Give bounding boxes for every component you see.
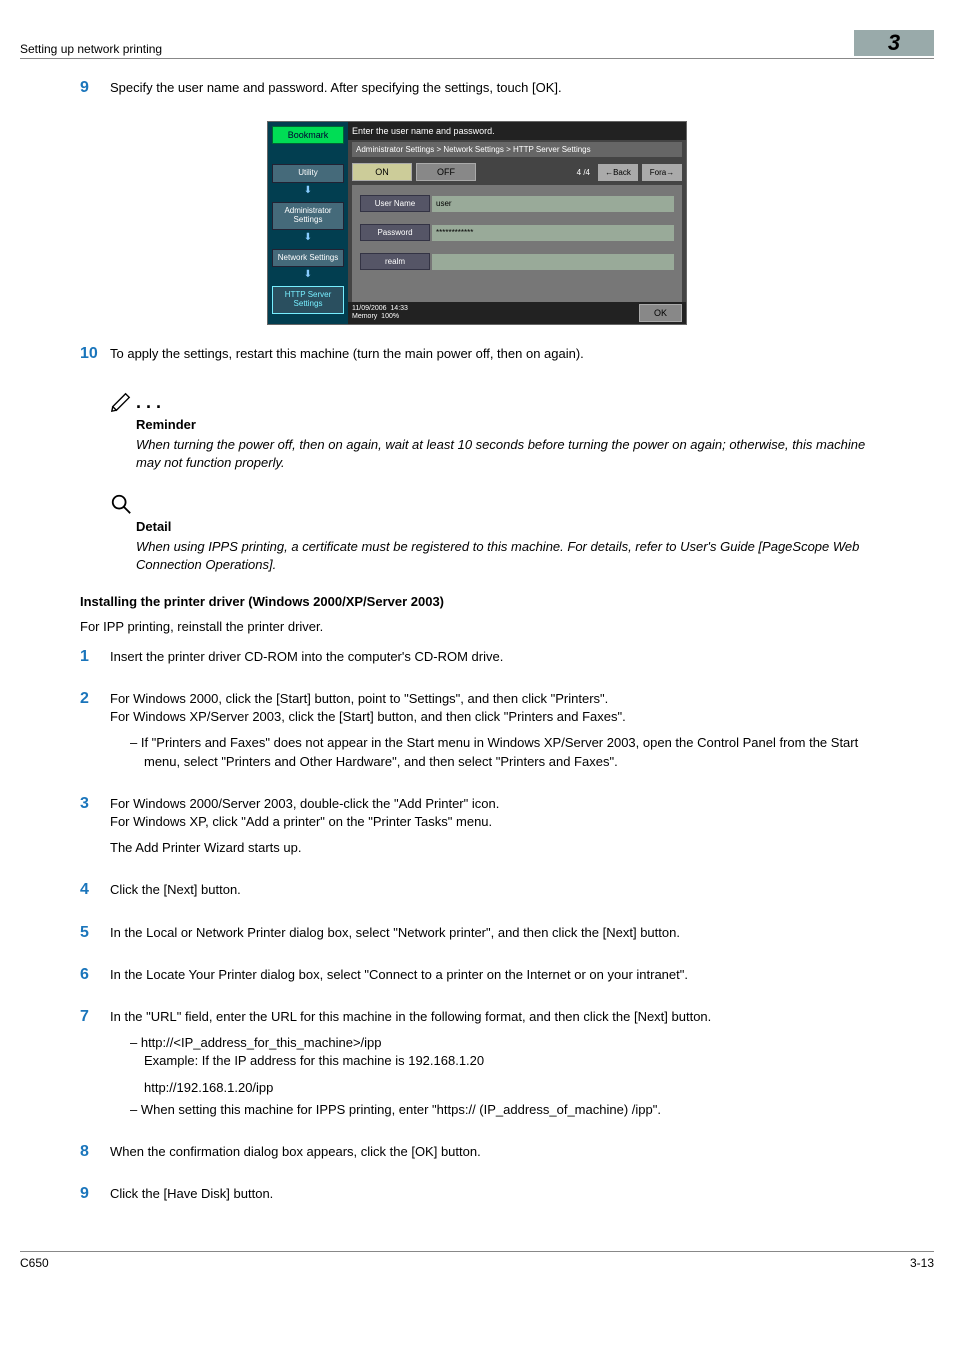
step-7: 7 In the "URL" field, enter the URL for … [80, 1008, 874, 1127]
ok-button[interactable]: OK [639, 304, 682, 322]
step-2: 2 For Windows 2000, click the [Start] bu… [80, 690, 874, 779]
step-8: 8 When the confirmation dialog box appea… [80, 1143, 874, 1169]
page-content: 9 Specify the user name and password. Af… [20, 79, 934, 1211]
breadcrumb: Administrator Settings > Network Setting… [352, 142, 682, 157]
step-text: Click the [Next] button. [110, 881, 874, 899]
chapter-number: 3 [888, 30, 900, 56]
device-screenshot: Bookmark Utility ⬇ Administrator Setting… [267, 121, 687, 325]
step-text: In the Local or Network Printer dialog b… [110, 924, 874, 942]
step-number: 4 [80, 881, 110, 907]
step-5: 5 In the Local or Network Printer dialog… [80, 924, 874, 950]
status-datetime: 11/09/2006 14:33 Memory 100% [352, 305, 408, 320]
step-text: In the Locate Your Printer dialog box, s… [110, 966, 874, 984]
step-4: 4 Click the [Next] button. [80, 881, 874, 907]
step-text: To apply the settings, restart this mach… [110, 345, 874, 363]
step-number: 1 [80, 648, 110, 674]
detail-block: Detail When using IPPS printing, a certi… [110, 493, 874, 574]
step-text: Click the [Have Disk] button. [110, 1185, 874, 1203]
reminder-title: Reminder [136, 417, 874, 432]
step-text: Insert the printer driver CD-ROM into th… [110, 648, 874, 666]
sidebar-item-http[interactable]: HTTP Server Settings [272, 286, 344, 314]
reminder-text: When turning the power off, then on agai… [136, 436, 874, 472]
detail-title: Detail [136, 519, 874, 534]
bookmark-button[interactable]: Bookmark [272, 126, 344, 144]
section-heading: Installing the printer driver (Windows 2… [80, 594, 874, 609]
step-3: 3 For Windows 2000/Server 2003, double-c… [80, 795, 874, 866]
step-9b: 9 Click the [Have Disk] button. [80, 1185, 874, 1211]
step-number: 7 [80, 1008, 110, 1127]
reminder-block: . . . Reminder When turning the power of… [110, 391, 874, 472]
step-text: For Windows XP/Server 2003, click the [S… [110, 708, 874, 726]
step-subtext: – When setting this machine for IPPS pri… [130, 1101, 874, 1119]
step-number: 8 [80, 1143, 110, 1169]
tab-on[interactable]: ON [352, 163, 412, 181]
page-footer: C650 3-13 [20, 1251, 934, 1270]
chevron-down-icon: ⬇ [272, 185, 344, 196]
step-subtext: – http://<IP_address_for_this_machine>/i… [130, 1034, 874, 1052]
sidebar-item-admin[interactable]: Administrator Settings [272, 202, 344, 230]
step-text: For Windows 2000/Server 2003, double-cli… [110, 795, 874, 813]
chapter-badge: 3 [854, 30, 934, 56]
step-subtext: Example: If the IP address for this mach… [130, 1052, 874, 1070]
step-number: 9 [80, 1185, 110, 1211]
side-panel: Bookmark Utility ⬇ Administrator Setting… [268, 122, 348, 324]
step-number: 6 [80, 966, 110, 992]
step-text: Specify the user name and password. Afte… [110, 79, 874, 97]
back-button[interactable]: ←Back [598, 164, 638, 181]
step-number: 10 [80, 345, 110, 371]
step-text: For Windows 2000, click the [Start] butt… [110, 690, 874, 708]
detail-text: When using IPPS printing, a certificate … [136, 538, 874, 574]
step-9: 9 Specify the user name and password. Af… [80, 79, 874, 105]
step-subtext: – If "Printers and Faxes" does not appea… [130, 734, 874, 770]
forward-button[interactable]: Fora→ [642, 164, 682, 181]
username-input[interactable]: user [432, 196, 674, 212]
step-1: 1 Insert the printer driver CD-ROM into … [80, 648, 874, 674]
password-input[interactable]: ************ [432, 225, 674, 241]
footer-page: 3-13 [910, 1256, 934, 1270]
realm-input[interactable] [432, 254, 674, 270]
section-intro: For IPP printing, reinstall the printer … [80, 619, 874, 634]
step-text: In the "URL" field, enter the URL for th… [110, 1008, 874, 1026]
step-text: For Windows XP, click "Add a printer" on… [110, 813, 874, 831]
step-6: 6 In the Locate Your Printer dialog box,… [80, 966, 874, 992]
ellipsis-icon: . . . [136, 392, 161, 412]
sidebar-item-utility[interactable]: Utility [272, 164, 344, 183]
username-label: User Name [360, 195, 430, 212]
chevron-down-icon: ⬇ [272, 232, 344, 243]
panel-title: Enter the user name and password. [348, 122, 686, 140]
page-indicator: 4 /4 [577, 168, 590, 177]
step-number: 5 [80, 924, 110, 950]
step-10: 10 To apply the settings, restart this m… [80, 345, 874, 371]
magnifier-icon [110, 493, 132, 515]
page-header: Setting up network printing 3 [20, 0, 934, 59]
chevron-down-icon: ⬇ [272, 269, 344, 280]
sidebar-item-network[interactable]: Network Settings [272, 249, 344, 268]
password-label: Password [360, 224, 430, 241]
tab-off[interactable]: OFF [416, 163, 476, 181]
step-text: The Add Printer Wizard starts up. [110, 839, 874, 857]
header-section-title: Setting up network printing [20, 42, 162, 56]
step-number: 9 [80, 79, 110, 105]
realm-label: realm [360, 253, 430, 270]
step-text: When the confirmation dialog box appears… [110, 1143, 874, 1161]
step-number: 2 [80, 690, 110, 779]
footer-model: C650 [20, 1256, 49, 1270]
step-number: 3 [80, 795, 110, 866]
pencil-icon [110, 391, 132, 413]
step-subtext: http://192.168.1.20/ipp [130, 1079, 874, 1097]
